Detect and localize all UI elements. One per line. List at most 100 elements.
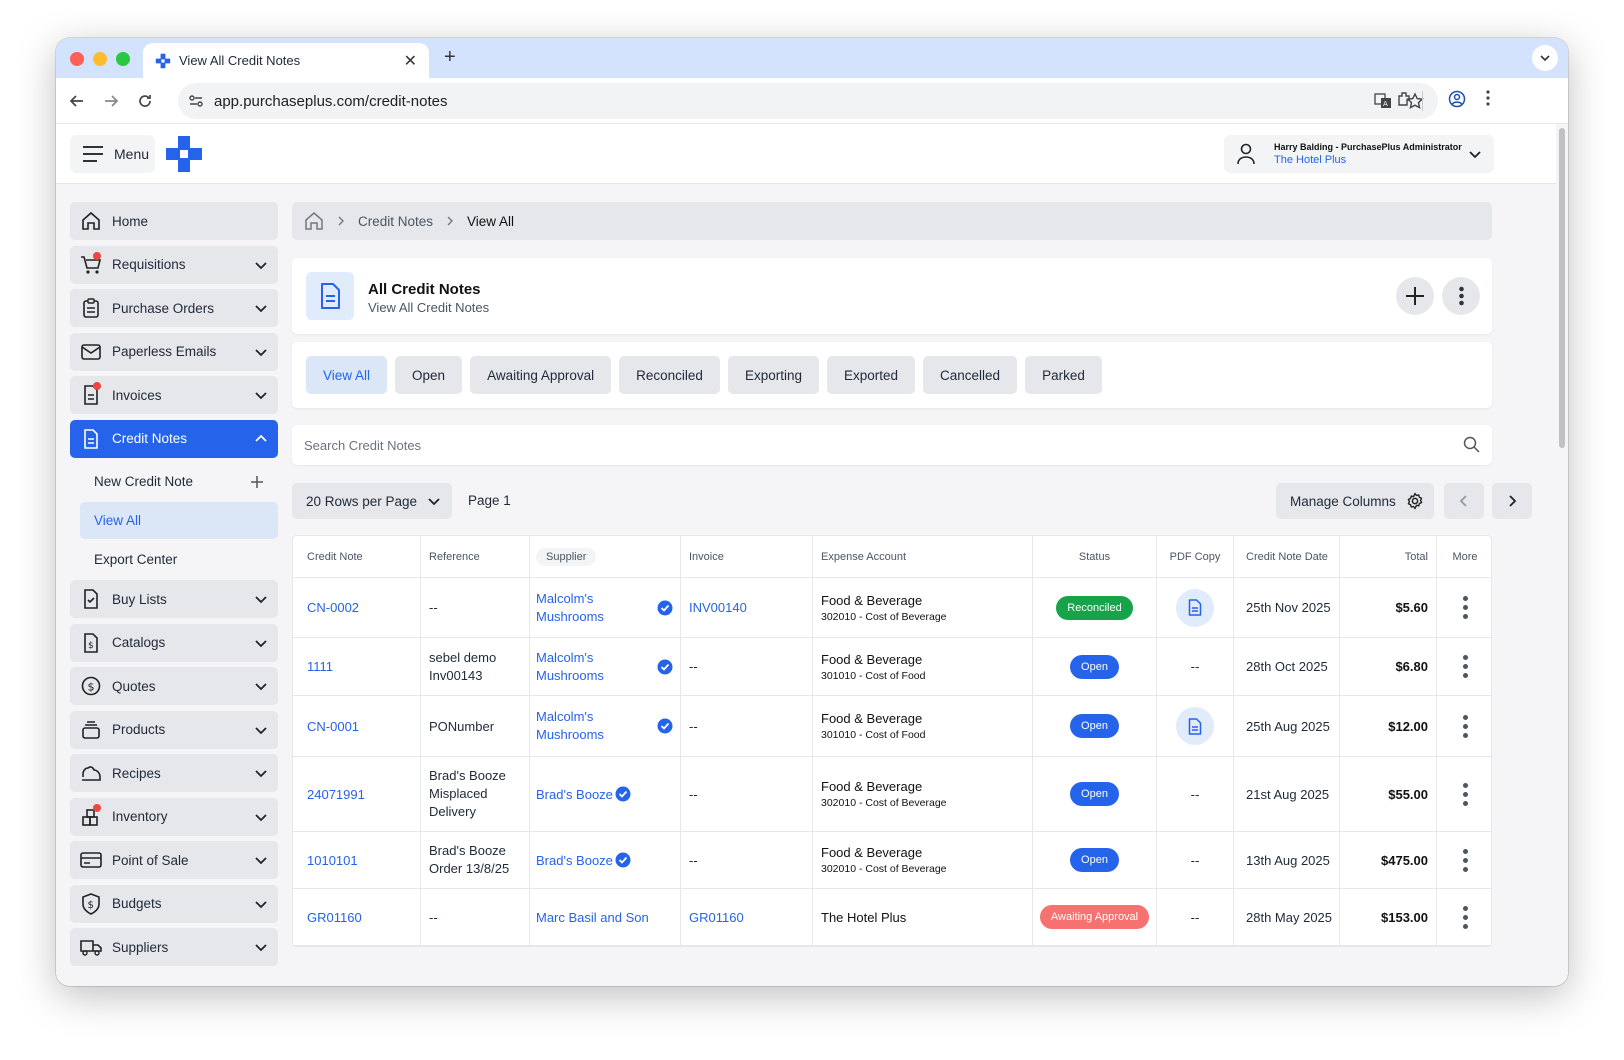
table-row[interactable]: 24071991 Brad's Booze Misplaced Delivery… [293,757,1491,832]
site-info-icon[interactable] [188,93,204,109]
invoice-link[interactable]: GR01160 [689,889,744,945]
profile-icon[interactable] [1448,90,1466,108]
forward-icon[interactable] [100,90,122,112]
col-credit-note[interactable]: Credit Note [307,536,363,577]
credit-note-link[interactable]: 1111 [307,638,333,695]
status-badge: Open [1070,782,1119,806]
add-credit-note-button[interactable] [1396,277,1434,315]
row-more-button[interactable] [1437,578,1493,637]
table-row[interactable]: 1111 sebel demo Inv00143 Malcolm's Mushr… [293,638,1491,696]
sidebar-sub-export-center[interactable]: Export Center [70,541,278,578]
omnibox[interactable]: app.purchaseplus.com/credit-notes A [178,83,1438,119]
col-status[interactable]: Status [1033,536,1156,577]
filter-view-all[interactable]: View All [306,356,388,394]
table-row[interactable]: CN-0001 PONumber Malcolm's Mushrooms -- … [293,696,1491,757]
sidebar-item-requisitions[interactable]: Requisitions [70,245,278,284]
purchaseplus-logo[interactable] [166,136,202,177]
credit-note-link[interactable]: CN-0002 [307,578,359,637]
invoice-link[interactable]: INV00140 [689,578,747,637]
more-options-button[interactable] [1442,277,1480,315]
row-more-button[interactable] [1437,832,1493,888]
tab-search-icon[interactable] [1532,45,1558,71]
filter-reconciled[interactable]: Reconciled [619,356,720,394]
sidebar-item-inventory[interactable]: Inventory [70,797,278,836]
sidebar-sub-view-all[interactable]: View All [80,502,278,539]
extensions-icon[interactable] [1396,90,1414,108]
next-page-button[interactable] [1492,483,1532,519]
table-row[interactable]: GR01160 -- Marc Basil and Son GR01160 Th… [293,889,1491,946]
filter-parked[interactable]: Parked [1025,356,1102,394]
row-more-button[interactable] [1437,889,1493,945]
menu-button[interactable]: Menu [70,135,155,173]
row-more-button[interactable] [1437,757,1493,831]
translate-icon[interactable]: A [1374,92,1392,110]
supplier-link[interactable]: Malcolm's Mushrooms [536,638,626,695]
scrollbar-thumb[interactable] [1559,128,1565,448]
new-tab-icon[interactable]: + [444,46,456,69]
sidebar-item-credit-notes[interactable]: Credit Notes [70,419,278,458]
supplier-link[interactable]: Marc Basil and Son [536,889,649,945]
sidebar-item-home[interactable]: Home [70,202,278,240]
col-total[interactable]: Total [1340,536,1428,577]
sidebar-item-recipes[interactable]: Recipes [70,754,278,792]
notification-dot [93,251,101,260]
row-more-button[interactable] [1437,638,1493,695]
sidebar-sub-new-credit-note[interactable]: New Credit Note [70,463,278,500]
credit-note-link[interactable]: GR01160 [307,889,362,945]
page-scrollbar[interactable] [1556,124,1568,986]
supplier-link[interactable]: Brad's Booze [536,832,613,888]
table-row[interactable]: CN-0002 -- Malcolm's Mushrooms INV00140 … [293,578,1491,638]
status-badge: Awaiting Approval [1039,905,1150,929]
filter-exporting[interactable]: Exporting [727,356,819,394]
supplier-link[interactable]: Malcolm's Mushrooms [536,578,626,637]
sidebar-item-purchase-orders[interactable]: Purchase Orders [70,289,278,327]
sidebar-item-budgets[interactable]: $ Budgets [70,884,278,923]
table-row[interactable]: 1010101 Brad's Booze Order 13/8/25 Brad'… [293,832,1491,889]
supplier-link[interactable]: Malcolm's Mushrooms [536,696,626,756]
sidebar-item-catalogs[interactable]: $ Catalogs [70,623,278,662]
filter-awaiting-approval[interactable]: Awaiting Approval [470,356,612,394]
credit-note-link[interactable]: CN-0001 [307,696,359,756]
home-icon[interactable] [304,211,324,231]
browser-tab[interactable]: View All Credit Notes ✕ [143,43,429,78]
col-reference[interactable]: Reference [429,536,480,577]
previous-page-button[interactable] [1444,483,1484,519]
manage-columns-button[interactable]: Manage Columns [1276,483,1434,519]
pdf-copy-button[interactable] [1176,707,1214,745]
col-pdf-copy[interactable]: PDF Copy [1157,536,1233,577]
user-menu[interactable]: Harry Balding - PurchasePlus Administrat… [1224,135,1494,173]
close-window-button[interactable] [70,52,84,66]
date-cell: 25th Nov 2025 [1246,600,1331,615]
maximize-window-button[interactable] [116,52,130,66]
sidebar-item-quotes[interactable]: $ Quotes [70,667,278,705]
minimize-window-button[interactable] [93,52,107,66]
supplier-link[interactable]: Brad's Booze [536,757,613,831]
rows-per-page-select[interactable]: 20 Rows per Page [292,483,452,519]
col-supplier[interactable]: Supplier [536,536,597,577]
credit-note-link[interactable]: 24071991 [307,757,365,831]
reload-icon[interactable] [134,90,156,112]
hamburger-icon [83,146,103,162]
breadcrumb-credit-notes[interactable]: Credit Notes [358,214,433,229]
expense-account-name: Food & Beverage [821,845,923,860]
search-icon[interactable] [1463,436,1480,453]
filter-exported[interactable]: Exported [826,356,916,394]
col-invoice[interactable]: Invoice [689,536,724,577]
row-more-button[interactable] [1437,696,1493,756]
credit-note-link[interactable]: 1010101 [307,832,358,888]
sidebar-item-products[interactable]: Products [70,710,278,749]
browser-menu-icon[interactable] [1486,90,1490,106]
back-icon[interactable] [66,90,88,112]
col-expense-account[interactable]: Expense Account [821,536,906,577]
sidebar-item-buy-lists[interactable]: Buy Lists [70,580,278,618]
search-input[interactable]: Search Credit Notes [292,425,1492,465]
col-credit-note-date[interactable]: Credit Note Date [1246,536,1328,577]
filter-open[interactable]: Open [395,356,463,394]
filter-cancelled[interactable]: Cancelled [923,356,1018,394]
sidebar-item-suppliers[interactable]: Suppliers [70,928,278,966]
sidebar-item-paperless-emails[interactable]: Paperless Emails [70,332,278,371]
close-tab-icon[interactable]: ✕ [404,51,417,71]
pdf-copy-button[interactable] [1176,588,1214,627]
sidebar-item-point-of-sale[interactable]: Point of Sale [70,841,278,879]
sidebar-item-invoices[interactable]: Invoices [70,376,278,414]
